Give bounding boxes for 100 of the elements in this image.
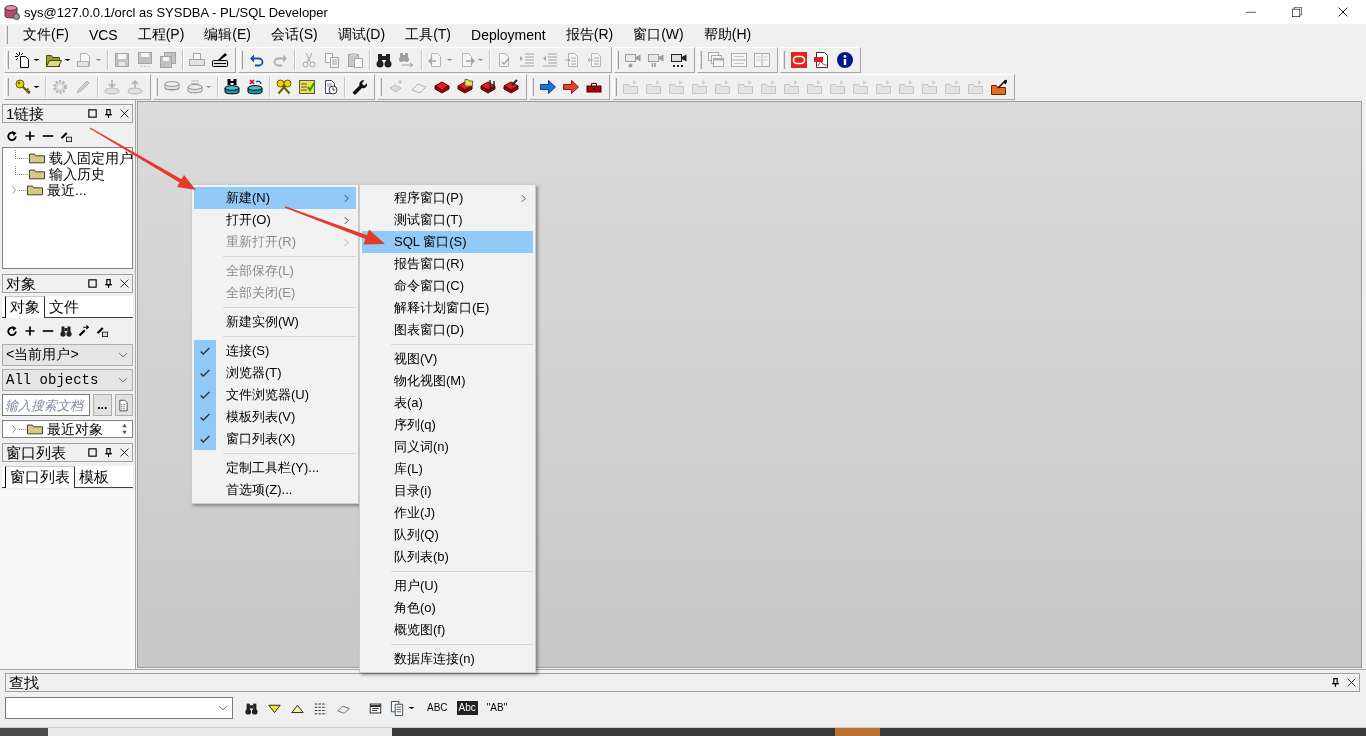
- menu-item[interactable]: 浏览器(T): [194, 362, 356, 384]
- menu-item[interactable]: 命令窗口(C): [362, 275, 533, 297]
- caret-down-icon: [408, 706, 415, 710]
- menu-bar-item[interactable]: 文件(F): [15, 25, 77, 45]
- tree-item[interactable]: 载入固定用户: [3, 150, 132, 166]
- folder-icon: [853, 78, 869, 95]
- menu-item[interactable]: 新建实例(W): [194, 311, 356, 333]
- tree-item[interactable]: 最近...: [3, 182, 132, 198]
- grip-icon[interactable]: [699, 50, 702, 69]
- menu-item[interactable]: 同义词(n): [362, 436, 533, 458]
- menu-item[interactable]: 定制工具栏(Y)...: [194, 457, 356, 479]
- menu-bar-item[interactable]: 报告(R): [557, 25, 622, 45]
- maximize-icon[interactable]: [88, 279, 97, 288]
- menu-item[interactable]: 打开(O): [194, 209, 356, 231]
- refresh-icon[interactable]: [6, 325, 18, 337]
- tab[interactable]: 对象: [5, 296, 45, 318]
- browse-button[interactable]: ...: [93, 394, 112, 416]
- menu-item[interactable]: 窗口列表(X): [194, 428, 356, 450]
- menu-item[interactable]: 连接(S): [194, 340, 356, 362]
- menu-item[interactable]: 程序窗口(P): [362, 187, 533, 209]
- book-clip-icon: [480, 78, 496, 95]
- close-icon[interactable]: [120, 279, 129, 288]
- plus-icon[interactable]: [24, 130, 36, 142]
- menu-item[interactable]: 视图(V): [362, 348, 533, 370]
- grip-icon[interactable]: [6, 50, 9, 69]
- menu-item[interactable]: 概览图(f): [362, 619, 533, 641]
- close-icon[interactable]: [120, 448, 129, 457]
- menu-item[interactable]: 队列(Q): [362, 524, 533, 546]
- grip-icon[interactable]: [5, 26, 8, 44]
- window-title: sys@127.0.0.1/orcl as SYSDBA - PL/SQL Developer: [24, 4, 328, 20]
- menu-item[interactable]: 目录(i): [362, 480, 533, 502]
- owner-dropdown[interactable]: <当前用户>: [2, 344, 133, 366]
- object-type-dropdown[interactable]: All objects: [2, 369, 133, 391]
- document-button[interactable]: [114, 394, 133, 416]
- grip-icon[interactable]: [782, 50, 785, 69]
- pdf-icon: [814, 51, 830, 68]
- menu-item[interactable]: 解释计划窗口(E): [362, 297, 533, 319]
- menu-item[interactable]: 图表窗口(D): [362, 319, 533, 341]
- pin-icon[interactable]: [104, 109, 113, 118]
- menu-bar-item[interactable]: 帮助(H): [695, 25, 760, 45]
- close-icon[interactable]: [1347, 678, 1356, 687]
- menu-item[interactable]: 用户(U): [362, 575, 533, 597]
- menu-bar-item[interactable]: 窗口(W): [625, 25, 692, 45]
- grip-icon[interactable]: [379, 77, 382, 96]
- menu-bar-item[interactable]: VCS: [80, 25, 126, 45]
- menu-item[interactable]: 新建(N): [194, 187, 356, 209]
- pin-icon[interactable]: [104, 448, 113, 457]
- scroll-arrows-icon[interactable]: [120, 422, 129, 436]
- maximize-icon[interactable]: [88, 448, 97, 457]
- menu-bar-item[interactable]: 编辑(E): [196, 25, 260, 45]
- folder-icon: [29, 167, 45, 181]
- document-icon: [117, 398, 131, 412]
- menu-item[interactable]: 作业(J): [362, 502, 533, 524]
- pen-arrow-icon[interactable]: [78, 325, 90, 337]
- chevron-right-icon: [518, 193, 528, 203]
- menu-bar-item[interactable]: 工具(T): [397, 25, 460, 45]
- option-button[interactable]: "AB": [484, 701, 510, 715]
- close-icon[interactable]: [120, 109, 129, 118]
- menu-item[interactable]: 角色(o): [362, 597, 533, 619]
- grip-icon[interactable]: [240, 50, 243, 69]
- maximize-icon[interactable]: [88, 109, 97, 118]
- pen-lock-icon[interactable]: [96, 325, 108, 337]
- menu-item[interactable]: 文件浏览器(U): [194, 384, 356, 406]
- menu-item[interactable]: 首选项(Z)...: [194, 479, 356, 501]
- grip-icon[interactable]: [616, 50, 619, 69]
- menu-bar-item[interactable]: Deployment: [463, 25, 554, 45]
- folder-icon: [807, 78, 823, 95]
- menu-item[interactable]: SQL 窗口(S): [362, 231, 533, 253]
- menu-item[interactable]: 报告窗口(R): [362, 253, 533, 275]
- menu-item[interactable]: 队列表(b): [362, 546, 533, 568]
- folder-icon: [830, 78, 846, 95]
- menu-item[interactable]: 数据库连接(n): [362, 648, 533, 670]
- menu-item[interactable]: 序列(q): [362, 414, 533, 436]
- grip-icon[interactable]: [155, 77, 158, 96]
- plus-icon[interactable]: [24, 325, 36, 337]
- binoculars-icon[interactable]: [60, 325, 72, 337]
- menu-item[interactable]: 测试窗口(T): [362, 209, 533, 231]
- menu-item[interactable]: 表(a): [362, 392, 533, 414]
- menu-bar-item[interactable]: 工程(P): [129, 25, 193, 45]
- pin-icon[interactable]: [104, 279, 113, 288]
- refresh-icon[interactable]: [6, 130, 18, 142]
- tree-item[interactable]: 输入历史: [3, 166, 132, 182]
- menu-item[interactable]: 库(L): [362, 458, 533, 480]
- tree-item[interactable]: 最近对象: [3, 421, 103, 437]
- menu-bar-item[interactable]: 调试(D): [329, 25, 394, 45]
- menu-item[interactable]: 物化视图(M): [362, 370, 533, 392]
- search-combobox[interactable]: [5, 697, 233, 719]
- pen-lock-icon[interactable]: [60, 130, 72, 142]
- search-field[interactable]: 输入搜索文档: [2, 394, 90, 416]
- tab[interactable]: 窗口列表: [5, 466, 75, 488]
- grip-icon[interactable]: [531, 77, 534, 96]
- folder-icon: [692, 78, 708, 95]
- pin-icon[interactable]: [1331, 678, 1340, 687]
- menu-bar-item[interactable]: 会话(S): [263, 25, 326, 45]
- menu-item[interactable]: 模板列表(V): [194, 406, 356, 428]
- grip-icon[interactable]: [614, 77, 617, 96]
- option-button[interactable]: ABC: [425, 701, 450, 715]
- grip-icon[interactable]: [6, 77, 9, 96]
- option-button[interactable]: Abc: [456, 701, 478, 715]
- folder-icon: [738, 78, 754, 95]
